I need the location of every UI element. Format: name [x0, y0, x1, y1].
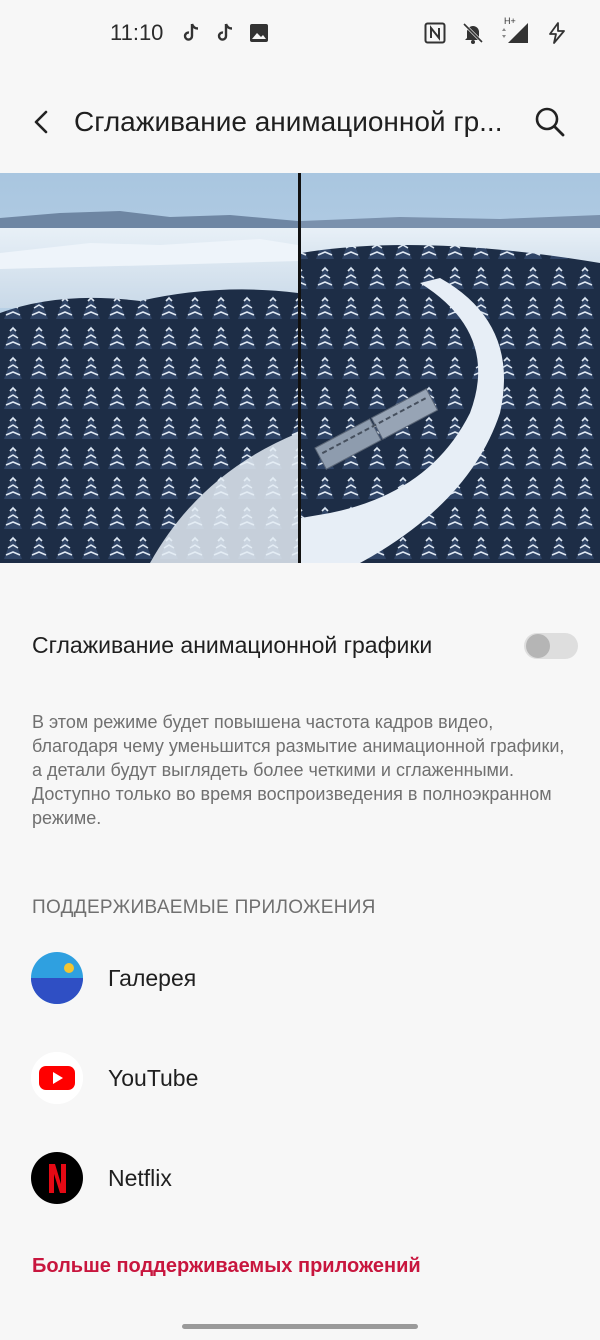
- system-icons: H+: [424, 16, 568, 44]
- list-item-netflix[interactable]: Netflix: [0, 1127, 600, 1227]
- back-arrow-icon: [34, 110, 48, 134]
- app-bar: Сглаживание анимационной гр...: [0, 88, 600, 158]
- toggle-knob: [526, 634, 550, 658]
- notification-icons: [180, 22, 270, 44]
- list-item-gallery[interactable]: Галерея: [0, 927, 600, 1027]
- home-indicator[interactable]: [182, 1324, 418, 1329]
- app-name: YouTube: [108, 1065, 199, 1091]
- nfc-icon: [424, 22, 446, 44]
- comparison-divider: [298, 173, 301, 563]
- motion-smoothing-setting-row[interactable]: Сглаживание анимационной графики: [0, 612, 600, 682]
- tiktok-icon: [180, 22, 202, 44]
- motion-smoothing-toggle[interactable]: [524, 633, 578, 659]
- status-bar: 11:10 H+: [0, 0, 600, 70]
- tiktok-icon: [214, 22, 236, 44]
- netflix-icon: [31, 1152, 83, 1204]
- list-item-youtube[interactable]: YouTube: [0, 1027, 600, 1127]
- network-type-label: H+: [504, 16, 516, 26]
- more-supported-apps-link[interactable]: Больше поддерживаемых приложений: [32, 1255, 421, 1278]
- setting-label: Сглаживание анимационной графики: [32, 632, 433, 658]
- app-name: Netflix: [108, 1165, 172, 1191]
- app-name: Галерея: [108, 965, 197, 991]
- youtube-icon: [31, 1052, 83, 1104]
- signal-h-plus-icon: H+: [500, 16, 530, 44]
- search-button[interactable]: [530, 102, 570, 142]
- supported-apps-header: ПОДДЕРЖИВАЕМЫЕ ПРИЛОЖЕНИЯ: [32, 897, 376, 918]
- gallery-icon: [31, 952, 83, 1004]
- image-icon: [248, 22, 270, 44]
- setting-description: В этом режиме будет повышена частота кад…: [32, 712, 565, 828]
- bell-off-icon: [462, 22, 484, 44]
- page-title: Сглаживание анимационной гр...: [74, 106, 503, 137]
- charging-icon: [546, 22, 568, 44]
- status-time: 11:10: [110, 20, 164, 45]
- back-button[interactable]: [22, 102, 62, 142]
- search-icon: [535, 107, 565, 137]
